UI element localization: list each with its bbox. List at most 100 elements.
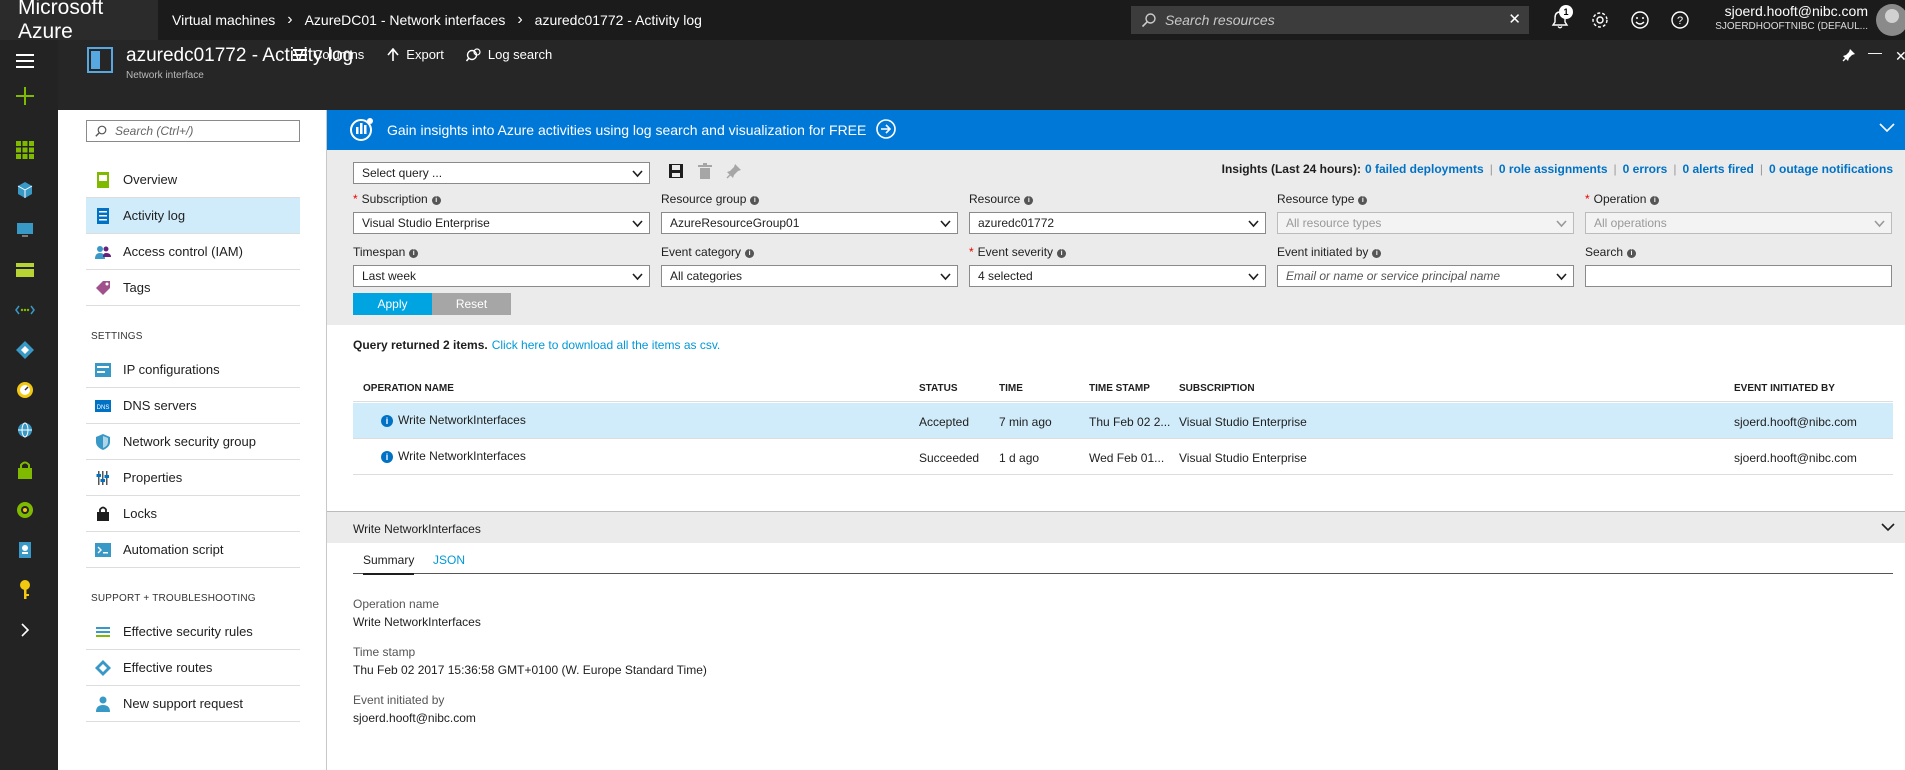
menu-item-automation-script[interactable]: Automation script: [86, 532, 300, 568]
storage-icon[interactable]: [14, 259, 36, 281]
resource-group-dropdown[interactable]: AzureResourceGroup01: [661, 212, 958, 234]
info-icon: i: [381, 451, 393, 463]
tab-json[interactable]: JSON: [433, 553, 465, 567]
gear-icon[interactable]: [1580, 0, 1620, 40]
resource-value: azuredc01772: [978, 216, 1055, 230]
table-row[interactable]: i Write NetworkInterfaces Accepted 7 min…: [353, 403, 1893, 439]
column-operation-name[interactable]: OPERATION NAME: [363, 383, 454, 394]
more-services-chevron-icon[interactable]: [14, 619, 36, 641]
menu-item-new-support-request[interactable]: New support request: [86, 686, 300, 722]
failed-deployments-link[interactable]: 0 failed deployments: [1365, 162, 1484, 176]
log-search-button[interactable]: Log search: [465, 47, 552, 62]
apply-button[interactable]: Apply: [353, 293, 432, 315]
menu-item-overview[interactable]: Overview: [86, 162, 300, 198]
operation-name-value: Write NetworkInterfaces: [353, 615, 481, 629]
role-assignments-link[interactable]: 0 role assignments: [1499, 162, 1608, 176]
event-initiated-input[interactable]: Email or name or service principal name: [1277, 265, 1574, 287]
help-icon[interactable]: ?: [1660, 0, 1700, 40]
event-category-dropdown[interactable]: All categories: [661, 265, 958, 287]
initiated-by-value: sjoerd.hooft@nibc.com: [353, 711, 476, 725]
banner-arrow-icon[interactable]: [876, 118, 897, 142]
column-time-stamp[interactable]: TIME STAMP: [1089, 383, 1150, 394]
close-icon[interactable]: ✕: [1895, 48, 1905, 65]
pin-query-icon[interactable]: [726, 163, 742, 182]
cost-management-icon[interactable]: [14, 539, 36, 561]
menu-search-input[interactable]: Search (Ctrl+/): [86, 120, 300, 142]
monitor-gauge-icon[interactable]: [14, 379, 36, 401]
breadcrumb-activity-log[interactable]: azuredc01772 - Activity log: [535, 12, 702, 28]
security-rules-icon: [95, 624, 111, 640]
delete-query-icon[interactable]: [698, 163, 712, 182]
cloud-globe-icon[interactable]: [14, 419, 36, 441]
menu-item-dns-servers[interactable]: DNS DNS servers: [86, 388, 300, 424]
new-plus-icon[interactable]: [14, 85, 36, 107]
save-query-icon[interactable]: [668, 163, 684, 182]
resource-groups-cube-icon[interactable]: [14, 179, 36, 201]
tab-summary[interactable]: Summary: [363, 553, 415, 575]
security-lock-icon[interactable]: [14, 459, 36, 481]
info-icon: i: [1627, 249, 1637, 258]
timespan-dropdown[interactable]: Last week: [353, 265, 650, 287]
select-query-dropdown[interactable]: Select query ...: [353, 162, 650, 184]
search-resources-input[interactable]: Search resources ✕: [1131, 6, 1529, 34]
table-row[interactable]: i Write NetworkInterfaces Succeeded 1 d …: [353, 439, 1893, 475]
columns-button[interactable]: Columns: [293, 47, 364, 62]
notifications-bell-icon[interactable]: 1: [1540, 0, 1580, 40]
breadcrumb-network-interfaces[interactable]: AzureDC01 - Network interfaces: [305, 12, 506, 28]
export-button[interactable]: Export: [386, 47, 444, 62]
errors-link[interactable]: 0 errors: [1623, 162, 1668, 176]
reset-button[interactable]: Reset: [432, 293, 511, 315]
menu-item-ip-configurations[interactable]: IP configurations: [86, 352, 300, 388]
event-severity-dropdown[interactable]: 4 selected: [969, 265, 1266, 287]
column-status[interactable]: STATUS: [919, 383, 958, 394]
resource-dropdown[interactable]: azuredc01772: [969, 212, 1266, 234]
azure-brand[interactable]: Microsoft Azure: [0, 0, 158, 43]
collapse-detail-chevron-icon[interactable]: [1881, 521, 1895, 535]
key-icon[interactable]: [14, 579, 36, 601]
subscription-value: Visual Studio Enterprise: [362, 216, 490, 230]
outage-notifications-link[interactable]: 0 outage notifications: [1769, 162, 1893, 176]
log-search-icon: [465, 47, 481, 61]
menu-item-network-security-group[interactable]: Network security group: [86, 424, 300, 460]
avatar[interactable]: [1876, 4, 1905, 36]
info-icon: i: [431, 196, 441, 205]
breadcrumb-virtual-machines[interactable]: Virtual machines: [172, 12, 275, 28]
menu-item-activity-log[interactable]: Activity log: [86, 198, 300, 234]
column-event-initiated-by[interactable]: EVENT INITIATED BY: [1734, 383, 1835, 394]
detail-pane-header[interactable]: Write NetworkInterfaces: [327, 511, 1905, 543]
diamond-service-icon[interactable]: [14, 339, 36, 361]
column-subscription[interactable]: SUBSCRIPTION: [1179, 383, 1255, 394]
operation-dropdown[interactable]: All operations: [1585, 212, 1892, 234]
menu-item-locks[interactable]: Locks: [86, 496, 300, 532]
minimize-icon[interactable]: —: [1868, 44, 1882, 60]
menu-item-effective-security-rules[interactable]: Effective security rules: [86, 614, 300, 650]
svg-text:?: ?: [1677, 15, 1683, 27]
menu-item-access-control[interactable]: Access control (IAM): [86, 234, 300, 270]
download-csv-link[interactable]: Click here to download all the items as …: [492, 338, 721, 352]
pin-icon[interactable]: [1842, 48, 1856, 65]
virtual-machines-icon[interactable]: [14, 219, 36, 241]
dashboard-grid-icon[interactable]: [14, 139, 36, 161]
menu-item-label: Effective routes: [123, 660, 213, 675]
advisor-icon[interactable]: [14, 499, 36, 521]
chevron-down-icon: [632, 217, 643, 231]
resource-type-dropdown[interactable]: All resource types: [1277, 212, 1574, 234]
insights-banner[interactable]: Gain insights into Azure activities usin…: [327, 110, 1905, 150]
smiley-feedback-icon[interactable]: [1620, 0, 1660, 40]
menu-item-properties[interactable]: Properties: [86, 460, 300, 496]
menu-item-label: Effective security rules: [123, 624, 253, 639]
menu-item-effective-routes[interactable]: Effective routes: [86, 650, 300, 686]
column-time[interactable]: TIME: [999, 383, 1023, 394]
clear-search-icon[interactable]: ✕: [1508, 10, 1521, 28]
search-input[interactable]: [1585, 265, 1892, 287]
network-connection-icon[interactable]: [14, 299, 36, 321]
routes-diamond-icon: [95, 659, 111, 676]
menu-item-tags[interactable]: Tags: [86, 270, 300, 306]
resource-type-value: All resource types: [1286, 216, 1382, 230]
user-account[interactable]: sjoerd.hooft@nibc.com SJOERDHOOFTNIBC (D…: [1700, 4, 1868, 34]
hamburger-menu-icon[interactable]: [14, 50, 36, 72]
alerts-fired-link[interactable]: 0 alerts fired: [1682, 162, 1753, 176]
collapse-banner-chevron-icon[interactable]: [1879, 120, 1895, 136]
notification-badge: 1: [1559, 5, 1573, 19]
subscription-dropdown[interactable]: Visual Studio Enterprise: [353, 212, 650, 234]
